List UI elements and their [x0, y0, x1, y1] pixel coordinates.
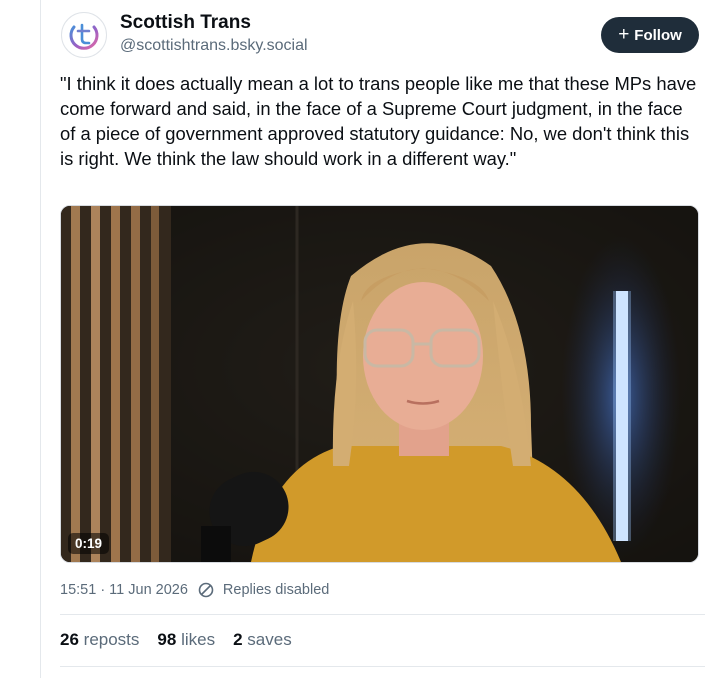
replies-status: Replies disabled — [222, 582, 330, 598]
post-meta: 15:51 · 11 Jun 2026 Replies disabled — [60, 582, 329, 598]
likes-stat[interactable]: 98 likes — [157, 630, 215, 650]
reposts-count: 26 — [60, 630, 79, 649]
author-display-name[interactable]: Scottish Trans — [120, 12, 251, 34]
no-entry-icon — [198, 582, 214, 598]
post-text: "I think it does actually mean a lot to … — [60, 73, 697, 169]
saves-label: saves — [247, 630, 292, 649]
plus-icon: + — [618, 23, 630, 45]
video-thumbnail — [61, 206, 698, 562]
video-player[interactable]: 0:19 — [60, 205, 699, 563]
post: Scottish Trans @scottishtrans.bsky.socia… — [41, 0, 724, 678]
author-handle[interactable]: @scottishtrans.bsky.social — [120, 37, 308, 55]
reposts-stat[interactable]: 26 reposts — [60, 630, 139, 650]
follow-button[interactable]: + Follow — [601, 17, 699, 53]
post-stats: 26 reposts 98 likes 2 saves — [60, 630, 292, 650]
meta-divider — [60, 614, 705, 615]
stats-divider — [60, 666, 705, 667]
avatar[interactable] — [61, 12, 107, 58]
reposts-label: reposts — [83, 630, 140, 649]
post-timestamp[interactable]: 15:51 · 11 Jun 2026 — [60, 582, 188, 598]
follow-button-label: Follow — [634, 26, 682, 44]
video-duration: 0:19 — [68, 533, 110, 554]
saves-stat[interactable]: 2 saves — [233, 630, 292, 650]
likes-count: 98 — [157, 630, 177, 649]
saves-count: 2 — [233, 630, 243, 649]
scottish-trans-logo-icon — [69, 23, 99, 50]
likes-label: likes — [181, 630, 216, 649]
